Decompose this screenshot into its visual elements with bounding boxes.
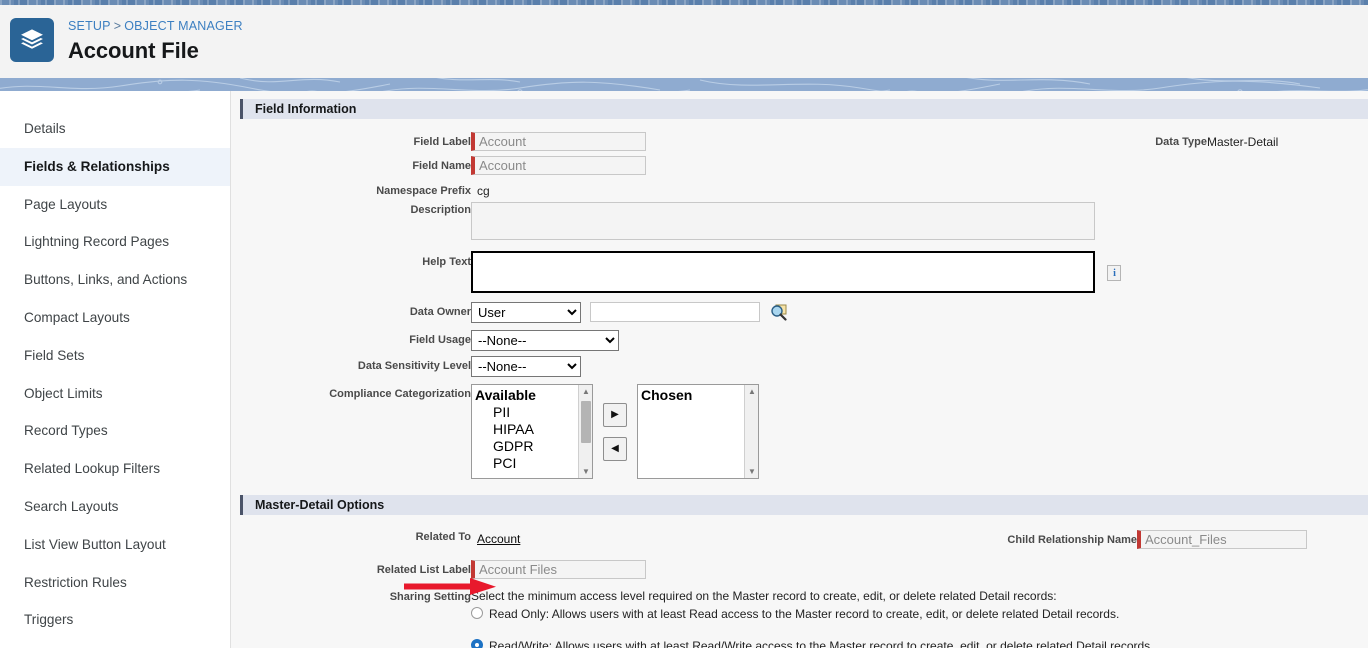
sidebar-item-buttons-links-actions[interactable]: Buttons, Links, and Actions <box>0 261 230 299</box>
compliance-chosen-header: Chosen <box>641 387 758 404</box>
related-to-label: Related To <box>231 515 471 549</box>
row-sharing-setting: Sharing Setting Select the minimum acces… <box>231 579 1368 648</box>
row-related-to: Related To Account Child Relationship Na… <box>231 515 1368 549</box>
compliance-option-pii[interactable]: PII <box>475 404 592 421</box>
read-only-radio[interactable] <box>471 607 483 619</box>
read-only-label: Read Only: Allows users with at least Re… <box>489 607 1119 622</box>
compliance-dual-listbox: Available PII HIPAA GDPR PCI ▲ ▼ <box>471 384 1097 479</box>
namespace-prefix-value: cg <box>471 175 1097 198</box>
row-field-name: Field Name <box>231 151 1368 175</box>
field-name-input[interactable] <box>471 156 646 175</box>
row-data-owner: Data Owner User <box>231 293 1368 323</box>
object-manager-sidebar: Details Fields & Relationships Page Layo… <box>0 91 231 648</box>
field-label-input[interactable] <box>471 132 646 151</box>
breadcrumb-setup[interactable]: SETUP <box>68 19 111 33</box>
sidebar-item-search-layouts[interactable]: Search Layouts <box>0 488 230 526</box>
breadcrumb-object-manager[interactable]: OBJECT MANAGER <box>124 19 243 33</box>
related-list-label-input[interactable] <box>471 560 646 579</box>
help-text-label: Help Text <box>231 245 471 293</box>
row-namespace-prefix: Namespace Prefix cg <box>231 175 1368 198</box>
related-list-label-label: Related List Label <box>231 549 471 579</box>
sharing-setting-instruction: Select the minimum access level required… <box>471 589 1368 604</box>
child-relationship-name-label: Child Relationship Name <box>961 515 1137 549</box>
related-to-value-link[interactable]: Account <box>477 532 520 546</box>
row-data-sensitivity-level: Data Sensitivity Level --None-- <box>231 351 1368 377</box>
compliance-option-gdpr[interactable]: GDPR <box>475 438 592 455</box>
description-label: Description <box>231 198 471 245</box>
compliance-option-hipaa[interactable]: HIPAA <box>475 421 592 438</box>
compliance-transfer-buttons: ▶ ◀ <box>603 384 627 479</box>
object-manager-icon <box>10 18 54 62</box>
chosen-scroll-up-arrow-icon[interactable]: ▲ <box>745 385 759 398</box>
chosen-listbox-scrollbar[interactable]: ▲ ▼ <box>744 385 758 478</box>
read-write-radio[interactable] <box>471 639 483 648</box>
field-name-label: Field Name <box>231 151 471 175</box>
master-detail-options-form: Related To Account Child Relationship Na… <box>231 515 1368 648</box>
compliance-categorization-label: Compliance Categorization <box>231 377 471 479</box>
compliance-available-listbox[interactable]: Available PII HIPAA GDPR PCI ▲ ▼ <box>471 384 593 479</box>
read-write-label: Read/Write: Allows users with at least R… <box>489 639 1154 648</box>
sidebar-item-lightning-record-pages[interactable]: Lightning Record Pages <box>0 223 230 261</box>
compliance-add-button[interactable]: ▶ <box>603 403 627 427</box>
sidebar-item-field-sets[interactable]: Field Sets <box>0 337 230 375</box>
sidebar-item-related-lookup-filters[interactable]: Related Lookup Filters <box>0 450 230 488</box>
field-usage-select[interactable]: --None-- <box>471 330 619 351</box>
row-description: Description <box>231 198 1368 245</box>
sidebar-item-record-types[interactable]: Record Types <box>0 412 230 450</box>
data-sensitivity-level-label: Data Sensitivity Level <box>231 351 471 377</box>
compliance-chosen-listbox[interactable]: Chosen ▲ ▼ <box>637 384 759 479</box>
child-relationship-name-input[interactable] <box>1137 530 1307 549</box>
page-title: Account File <box>68 37 243 65</box>
sidebar-item-restriction-rules[interactable]: Restriction Rules <box>0 564 230 602</box>
sidebar-item-compact-layouts[interactable]: Compact Layouts <box>0 299 230 337</box>
row-field-label: Field Label Data Type Master-Detail <box>231 119 1368 151</box>
scroll-up-arrow-icon[interactable]: ▲ <box>579 385 593 398</box>
data-type-label: Data Type <box>1097 119 1207 151</box>
help-text-textarea[interactable] <box>471 251 1095 293</box>
breadcrumb-separator: > <box>114 19 122 33</box>
sidebar-item-fields-relationships[interactable]: Fields & Relationships <box>0 148 230 186</box>
row-help-text: Help Text i <box>231 245 1368 293</box>
row-field-usage: Field Usage --None-- <box>231 323 1368 351</box>
section-header-master-detail-options: Master-Detail Options <box>240 495 1368 515</box>
field-label-label: Field Label <box>231 119 471 151</box>
data-owner-label: Data Owner <box>231 293 471 323</box>
sidebar-item-triggers[interactable]: Triggers <box>0 601 230 639</box>
breadcrumb: SETUP>OBJECT MANAGER <box>68 18 243 34</box>
data-owner-type-select[interactable]: User <box>471 302 581 323</box>
description-textarea[interactable] <box>471 202 1095 240</box>
help-text-info-icon[interactable]: i <box>1107 265 1121 281</box>
decorative-topography-band <box>0 78 1368 91</box>
compliance-available-header: Available <box>475 387 592 404</box>
data-owner-input[interactable] <box>590 302 760 322</box>
setup-page: SETUP>OBJECT MANAGER Account File <box>0 0 1368 648</box>
sharing-option-read-only[interactable]: Read Only: Allows users with at least Re… <box>471 607 1368 622</box>
namespace-prefix-label: Namespace Prefix <box>231 175 471 198</box>
field-usage-label: Field Usage <box>231 323 471 351</box>
row-compliance-categorization: Compliance Categorization Available PII … <box>231 377 1368 479</box>
available-listbox-scrollbar[interactable]: ▲ ▼ <box>578 385 592 478</box>
scrollbar-thumb[interactable] <box>581 401 591 443</box>
compliance-option-pci[interactable]: PCI <box>475 455 592 472</box>
sidebar-item-object-limits[interactable]: Object Limits <box>0 375 230 413</box>
page-header: SETUP>OBJECT MANAGER Account File <box>0 5 1368 78</box>
field-detail-content: Field Information Field Label Data Type … <box>231 91 1368 648</box>
row-related-list-label: Related List Label <box>231 549 1368 579</box>
section-header-field-information: Field Information <box>240 99 1368 119</box>
scroll-down-arrow-icon[interactable]: ▼ <box>579 465 593 478</box>
chosen-scroll-down-arrow-icon[interactable]: ▼ <box>745 465 759 478</box>
sharing-option-read-write[interactable]: Read/Write: Allows users with at least R… <box>471 639 1368 648</box>
field-information-form: Field Label Data Type Master-Detail Fiel… <box>231 119 1368 479</box>
data-owner-lookup-icon[interactable] <box>770 304 788 321</box>
data-sensitivity-level-select[interactable]: --None-- <box>471 356 581 377</box>
compliance-remove-button[interactable]: ◀ <box>603 437 627 461</box>
sidebar-item-details[interactable]: Details <box>0 110 230 148</box>
header-text-block: SETUP>OBJECT MANAGER Account File <box>68 14 243 65</box>
data-type-value: Master-Detail <box>1207 119 1368 151</box>
sidebar-item-list-view-button-layout[interactable]: List View Button Layout <box>0 526 230 564</box>
sharing-setting-label: Sharing Setting <box>231 579 471 648</box>
sidebar-item-page-layouts[interactable]: Page Layouts <box>0 186 230 224</box>
